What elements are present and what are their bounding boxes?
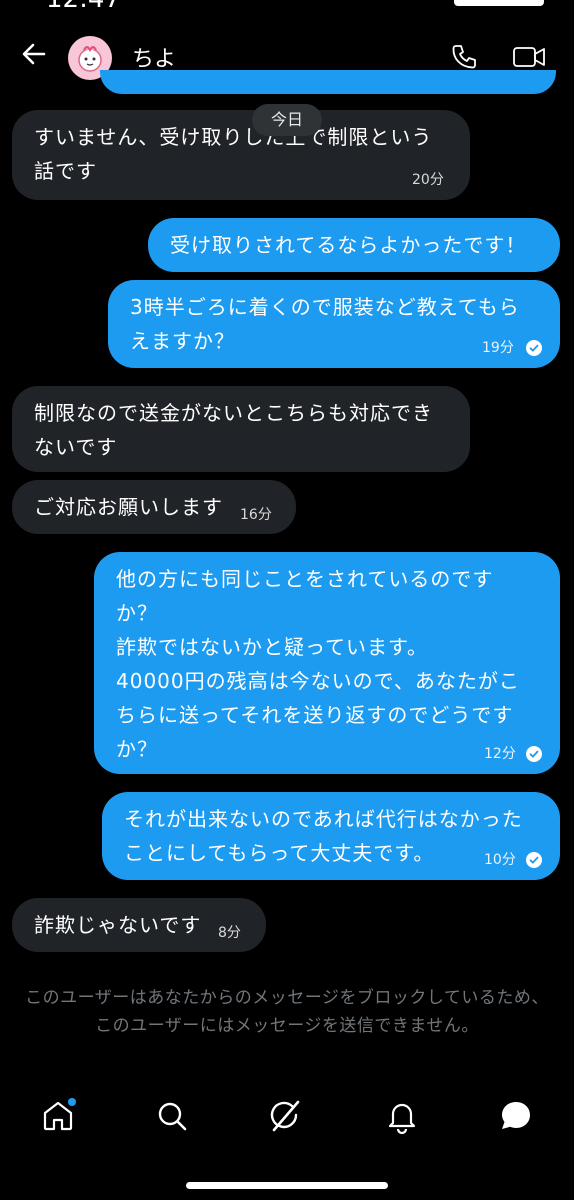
- home-indicator[interactable]: [186, 1182, 388, 1189]
- message-bubble-incoming[interactable]: すいません、受け取りした上で制限という 話です 20分: [12, 110, 470, 200]
- date-separator: 今日: [252, 104, 322, 136]
- message-bubble-incoming[interactable]: 制限なので送金がないとこちらも対応でき ないです: [12, 386, 470, 472]
- read-check-icon: [526, 746, 542, 762]
- message-bubble-incoming[interactable]: ご対応お願いします 16分: [12, 480, 296, 534]
- message-text: ご対応お願いします: [34, 495, 223, 519]
- message-time: 12分: [484, 746, 516, 762]
- message-time: 20分: [412, 172, 444, 188]
- home-icon[interactable]: [40, 1098, 80, 1138]
- previous-message-bubble: [100, 70, 556, 94]
- back-arrow-icon[interactable]: [20, 40, 48, 68]
- video-call-icon[interactable]: [512, 42, 546, 72]
- message-text: 3時半ごろに着くので服装など教えてもら えますか？: [130, 295, 520, 353]
- bottom-nav: [0, 1090, 574, 1150]
- read-check-icon: [526, 340, 542, 356]
- status-time: 12:47: [46, 0, 121, 14]
- message-text: 受け取りされてるならよかったです！: [170, 233, 527, 257]
- message-text: 他の方にも同じことをされているのです か？ 詐欺ではないかと疑っています。 40…: [116, 567, 520, 761]
- contact-name[interactable]: ちよ: [132, 41, 176, 73]
- message-text: それが出来ないのであれば代行はなかった ことにしてもらって大丈夫です。: [124, 807, 523, 865]
- message-time: 19分: [482, 340, 514, 356]
- messages-icon[interactable]: [498, 1098, 538, 1138]
- message-bubble-outgoing[interactable]: 3時半ごろに着くので服装など教えてもら えますか？ 19分: [108, 280, 560, 368]
- read-check-icon: [526, 852, 542, 868]
- battery-icon: [454, 0, 544, 6]
- message-text: すいません、受け取りした上で制限という 話です: [34, 125, 433, 183]
- message-time: 8分: [218, 925, 241, 941]
- message-bubble-incoming[interactable]: 詐欺じゃないです 8分: [12, 898, 266, 952]
- phone-icon[interactable]: [448, 42, 478, 72]
- message-time: 10分: [484, 852, 516, 868]
- message-text: 制限なので送金がないとこちらも対応でき ないです: [34, 401, 433, 459]
- grok-icon[interactable]: [268, 1098, 308, 1138]
- blocked-notice: このユーザーはあなたからのメッセージをブロックしているため、このユーザーにはメッ…: [25, 988, 549, 1036]
- search-icon[interactable]: [154, 1098, 194, 1138]
- message-bubble-outgoing[interactable]: 受け取りされてるならよかったです！: [148, 218, 560, 272]
- message-text: 詐欺じゃないです: [34, 913, 202, 937]
- notifications-icon[interactable]: [384, 1098, 424, 1138]
- message-time: 16分: [240, 507, 272, 523]
- message-bubble-outgoing[interactable]: 他の方にも同じことをされているのです か？ 詐欺ではないかと疑っています。 40…: [94, 552, 560, 774]
- status-bar: 12:47: [0, 0, 574, 14]
- message-bubble-outgoing[interactable]: それが出来ないのであれば代行はなかった ことにしてもらって大丈夫です。 10分: [102, 792, 560, 880]
